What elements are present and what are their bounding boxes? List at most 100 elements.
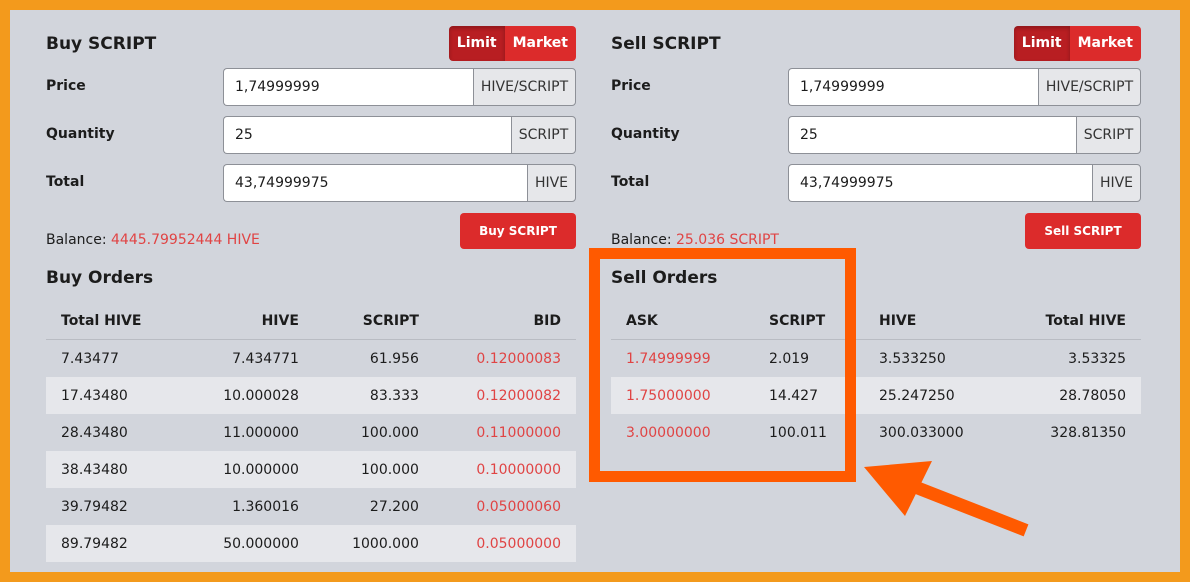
sell-quantity-unit: SCRIPT <box>1076 116 1141 154</box>
buy-price-row: Price HIVE/SCRIPT <box>46 68 576 106</box>
buy-total-input[interactable] <box>223 164 527 202</box>
buy-balance-amount[interactable]: 4445.79952444 HIVE <box>111 232 260 248</box>
sell-order-type-toggle: Limit Market <box>1013 26 1141 61</box>
table-row[interactable]: 17.43480 10.000028 83.333 0.12000082 <box>46 377 576 414</box>
sell-hive-cell: 300.033000 <box>879 424 964 441</box>
sell-price-label: Price <box>611 78 651 94</box>
buy-col-script: SCRIPT <box>313 303 434 340</box>
table-row[interactable]: 38.43480 10.000000 100.000 0.10000000 <box>46 451 576 488</box>
sell-total-unit: HIVE <box>1092 164 1141 202</box>
buy-hive-cell: 7.434771 <box>232 350 299 367</box>
buy-total-hive-cell: 7.43477 <box>61 350 119 367</box>
sell-col-hive: HIVE <box>864 303 1004 340</box>
buy-panel-header: Buy SCRIPT Limit Market <box>46 26 576 62</box>
buy-hive-cell: 11.000000 <box>223 424 299 441</box>
sell-market-button[interactable]: Market <box>1069 26 1141 61</box>
table-row[interactable]: 28.43480 11.000000 100.000 0.11000000 <box>46 414 576 451</box>
buy-orders-header-row: Total HIVE HIVE SCRIPT BID <box>46 303 576 340</box>
sell-script-cell: 2.019 <box>769 350 810 367</box>
sell-hive-cell: 25.247250 <box>864 377 1004 414</box>
buy-script-cell: 100.000 <box>313 451 434 488</box>
buy-quantity-row: Quantity SCRIPT <box>46 116 576 154</box>
sell-col-ask: ASK <box>611 303 754 340</box>
table-row[interactable]: 1.74999999 2.019 3.533250 3.53325 <box>611 340 1141 378</box>
buy-limit-button[interactable]: Limit <box>448 26 505 61</box>
buy-quantity-label: Quantity <box>46 126 115 142</box>
buy-hive-cell: 50.000000 <box>182 525 314 562</box>
table-row[interactable]: 39.79482 1.360016 27.200 0.05000060 <box>46 488 576 525</box>
buy-quantity-unit: SCRIPT <box>511 116 576 154</box>
sell-quantity-input[interactable] <box>788 116 1076 154</box>
buy-script-cell: 83.333 <box>313 377 434 414</box>
sell-orders-header-row: ASK SCRIPT HIVE Total HIVE <box>611 303 1141 340</box>
sell-quantity-row: Quantity SCRIPT <box>611 116 1141 154</box>
buy-col-bid: BID <box>433 303 576 340</box>
buy-script-cell: 61.956 <box>369 350 419 367</box>
sell-orders-table: ASK SCRIPT HIVE Total HIVE 1.74999999 2.… <box>611 303 1141 451</box>
sell-total-hive-cell: 328.81350 <box>1050 424 1126 441</box>
sell-script-cell: 100.011 <box>769 424 827 441</box>
buy-price-unit: HIVE/SCRIPT <box>473 68 576 106</box>
buy-script-cell: 27.200 <box>369 498 419 515</box>
buy-order-type-toggle: Limit Market <box>448 26 576 61</box>
sell-total-hive-cell: 3.53325 <box>1068 350 1126 367</box>
sell-panel-title: Sell SCRIPT <box>611 34 721 54</box>
sell-total-input[interactable] <box>788 164 1092 202</box>
buy-total-label: Total <box>46 174 85 190</box>
sell-orders-title: Sell Orders <box>611 268 718 288</box>
sell-total-row: Total HIVE <box>611 164 1141 202</box>
sell-ask-cell: 1.75000000 <box>611 377 754 414</box>
buy-bid-cell: 0.05000000 <box>433 525 576 562</box>
sell-hive-cell: 3.533250 <box>879 350 946 367</box>
sell-panel-header: Sell SCRIPT Limit Market <box>611 26 1141 62</box>
table-row[interactable]: 89.79482 50.000000 1000.000 0.05000000 <box>46 525 576 562</box>
table-row[interactable]: 1.75000000 14.427 25.247250 28.78050 <box>611 377 1141 414</box>
sell-col-total-hive: Total HIVE <box>1004 303 1141 340</box>
table-row[interactable]: 7.43477 7.434771 61.956 0.12000083 <box>46 340 576 378</box>
buy-price-label: Price <box>46 78 86 94</box>
sell-price-input[interactable] <box>788 68 1038 106</box>
sell-script-cell: 14.427 <box>754 377 864 414</box>
buy-quantity-input[interactable] <box>223 116 511 154</box>
buy-hive-cell: 10.000028 <box>182 377 314 414</box>
buy-balance: Balance: 4445.79952444 HIVE <box>46 232 260 248</box>
buy-price-input[interactable] <box>223 68 473 106</box>
sell-col-script: SCRIPT <box>754 303 864 340</box>
sell-balance-label: Balance: <box>611 232 672 248</box>
sell-balance-amount[interactable]: 25.036 SCRIPT <box>676 232 779 248</box>
sell-balance: Balance: 25.036 SCRIPT <box>611 232 779 248</box>
buy-total-hive-cell: 17.43480 <box>46 377 183 414</box>
buy-bid-cell: 0.11000000 <box>476 424 561 441</box>
sell-script-button[interactable]: Sell SCRIPT <box>1025 213 1141 249</box>
buy-total-unit: HIVE <box>527 164 576 202</box>
buy-script-cell: 1000.000 <box>313 525 434 562</box>
buy-bid-cell: 0.10000000 <box>433 451 576 488</box>
buy-orders-title: Buy Orders <box>46 268 154 288</box>
buy-total-hive-cell: 89.79482 <box>46 525 183 562</box>
sell-price-row: Price HIVE/SCRIPT <box>611 68 1141 106</box>
buy-hive-cell: 1.360016 <box>232 498 299 515</box>
buy-col-total-hive: Total HIVE <box>46 303 183 340</box>
sell-limit-button[interactable]: Limit <box>1013 26 1070 61</box>
buy-total-row: Total HIVE <box>46 164 576 202</box>
buy-total-hive-cell: 39.79482 <box>61 498 128 515</box>
sell-total-hive-cell: 28.78050 <box>1004 377 1141 414</box>
buy-hive-cell: 10.000000 <box>182 451 314 488</box>
buy-orders-table: Total HIVE HIVE SCRIPT BID 7.43477 7.434… <box>46 303 576 562</box>
table-row[interactable]: 3.00000000 100.011 300.033000 328.81350 <box>611 414 1141 451</box>
sell-price-unit: HIVE/SCRIPT <box>1038 68 1141 106</box>
buy-market-button[interactable]: Market <box>504 26 576 61</box>
sell-total-label: Total <box>611 174 650 190</box>
buy-script-cell: 100.000 <box>361 424 419 441</box>
sell-ask-cell: 1.74999999 <box>626 350 711 367</box>
buy-total-hive-cell: 28.43480 <box>61 424 128 441</box>
buy-panel-title: Buy SCRIPT <box>46 34 157 54</box>
buy-col-hive: HIVE <box>182 303 314 340</box>
sell-quantity-label: Quantity <box>611 126 680 142</box>
buy-bid-cell: 0.12000082 <box>433 377 576 414</box>
buy-bid-cell: 0.05000060 <box>476 498 561 515</box>
sell-ask-cell: 3.00000000 <box>626 424 711 441</box>
buy-balance-label: Balance: <box>46 232 107 248</box>
buy-script-button[interactable]: Buy SCRIPT <box>460 213 576 249</box>
buy-bid-cell: 0.12000083 <box>476 350 561 367</box>
